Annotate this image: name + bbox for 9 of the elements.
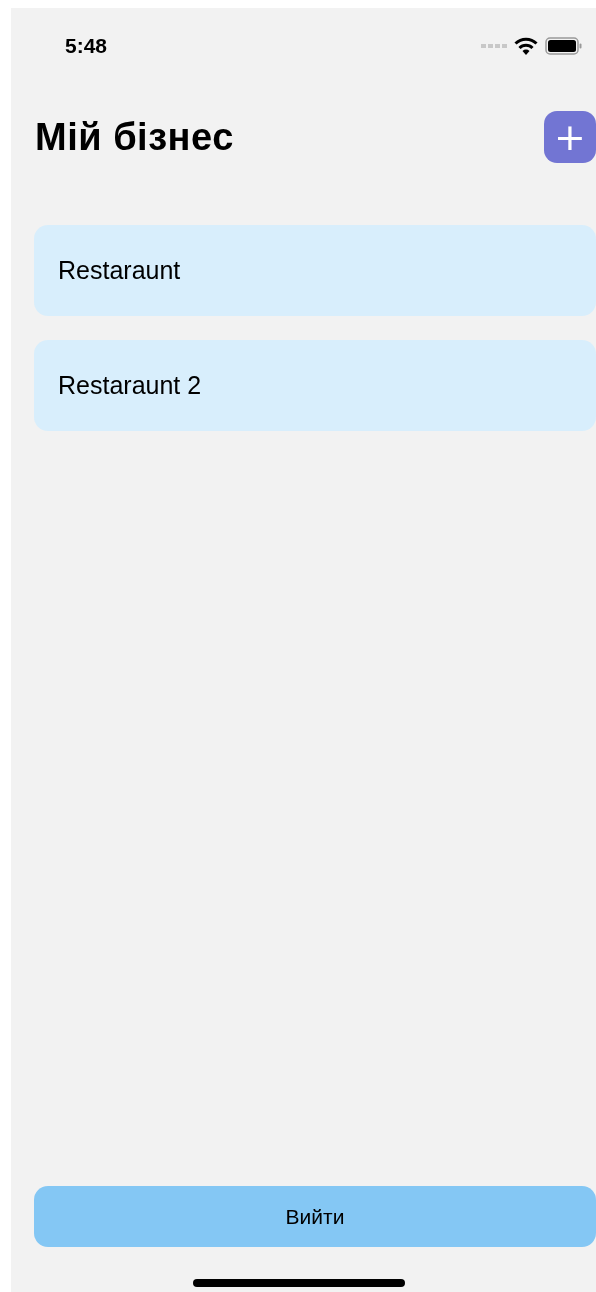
wifi-icon (514, 37, 538, 55)
business-card[interactable]: Restaraunt (34, 225, 596, 316)
page-title: Мій бізнес (35, 115, 234, 159)
business-card[interactable]: Restaraunt 2 (34, 340, 596, 431)
logout-button[interactable]: Вийти (34, 1186, 596, 1247)
status-time: 5:48 (65, 34, 108, 58)
battery-icon (545, 37, 582, 55)
signal-icon (481, 43, 507, 49)
add-button[interactable]: + (544, 111, 596, 163)
